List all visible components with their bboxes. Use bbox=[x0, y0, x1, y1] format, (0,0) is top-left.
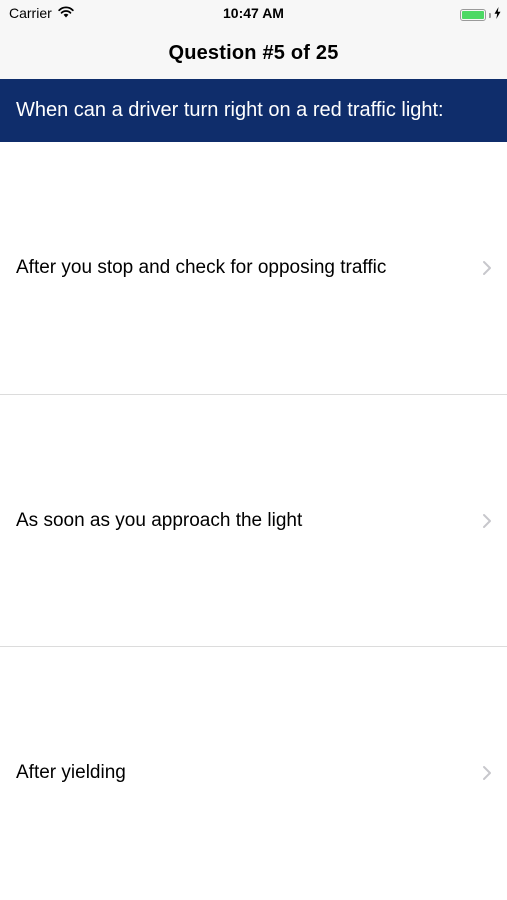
navigation-bar: Question #5 of 25 bbox=[0, 28, 507, 79]
battery-cap bbox=[489, 12, 491, 18]
chevron-right-icon bbox=[479, 260, 495, 276]
page-title: Question #5 of 25 bbox=[168, 42, 339, 64]
battery-group bbox=[460, 6, 501, 24]
answer-list: After you stop and check for opposing tr… bbox=[0, 142, 507, 900]
battery-fill bbox=[462, 11, 484, 19]
answer-option-3[interactable]: After yielding bbox=[0, 647, 507, 899]
answer-label: After you stop and check for opposing tr… bbox=[16, 257, 387, 278]
status-bar: Carrier 10:47 AM bbox=[0, 0, 507, 28]
answer-option-2[interactable]: As soon as you approach the light bbox=[0, 395, 507, 647]
charging-bolt-icon bbox=[494, 6, 501, 24]
answer-option-1[interactable]: After you stop and check for opposing tr… bbox=[0, 142, 507, 394]
answer-label: As soon as you approach the light bbox=[16, 510, 303, 531]
battery-icon bbox=[460, 9, 486, 21]
question-banner: When can a driver turn right on a red tr… bbox=[0, 79, 507, 142]
answer-label: After yielding bbox=[16, 762, 126, 783]
chevron-right-icon bbox=[479, 513, 495, 529]
chevron-right-icon bbox=[479, 765, 495, 781]
status-time: 10:47 AM bbox=[223, 5, 284, 21]
question-text: When can a driver turn right on a red tr… bbox=[16, 99, 444, 121]
